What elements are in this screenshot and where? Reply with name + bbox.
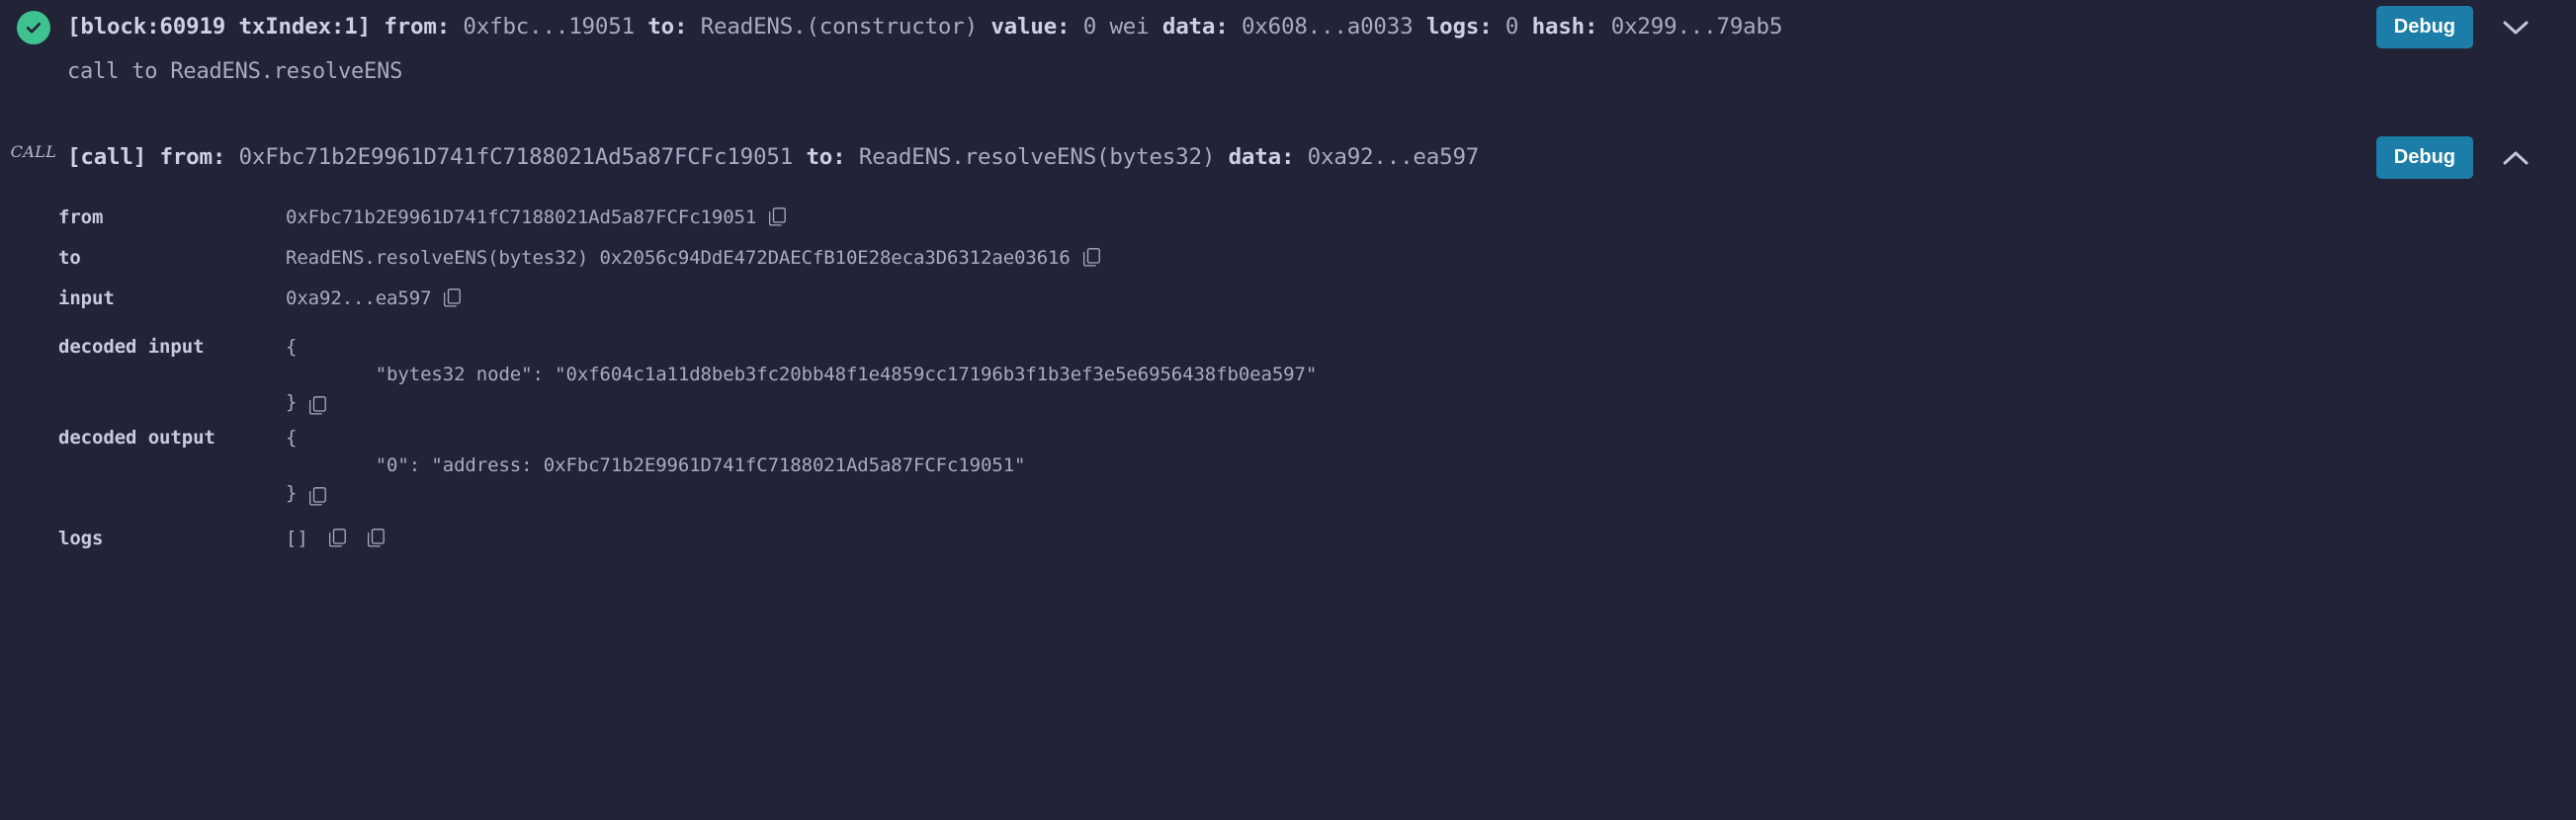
call-to-key: to: [806,144,846,170]
detail-key: decoded input [58,336,205,358]
detail-row-input: input 0xa92...ea597 [0,285,2576,325]
copy-icon[interactable] [768,206,787,227]
check-circle-icon [17,11,50,44]
call-to-value: ReadENS.resolveENS(bytes32) [858,144,1216,170]
copy-icon[interactable] [367,528,386,548]
detail-value-group: 0xa92...ea597 [286,285,2576,312]
json-close-row: } [286,388,2576,416]
copy-icon[interactable] [443,287,462,308]
json-body: "bytes32 node": "0xf604c1a11d8beb3fc20bb… [286,364,1318,385]
call-from-key: from: [159,144,226,170]
detail-value-group: ReadENS.resolveENS(bytes32) 0x2056c94DdE… [286,244,2576,272]
data-value: 0x608...a0033 [1241,14,1414,40]
call-data-key: data: [1228,144,1295,170]
call-type-badge: call [10,142,57,161]
logs-key: logs: [1425,14,1493,40]
call-from-value: 0xFbc71b2E9961D741fC7188021Ad5a87FCFc190… [238,144,794,170]
transaction-summary-line: [block:60919 txIndex:1] from: 0xfbc...19… [67,0,2376,41]
from-key: from: [384,14,451,40]
detail-key: to [58,247,81,269]
remix-terminal-panel: [block:60919 txIndex:1] from: 0xfbc...19… [0,0,2576,820]
detail-value-group: 0xFbc71b2E9961D741fC7188021Ad5a87FCFc190… [286,204,2576,231]
copy-icon[interactable] [308,486,327,507]
detail-value-group: { "0": "address: 0xFbc71b2E9961D741fC718… [286,424,2576,507]
hash-value: 0x299...79ab5 [1610,14,1783,40]
transaction-status [0,0,67,44]
chevron-up-icon[interactable] [2499,141,2533,175]
debug-button[interactable]: Debug [2375,6,2473,48]
to-value: ReadENS.(constructor) [700,14,978,40]
chevron-down-icon[interactable] [2499,11,2533,44]
call-label: [call] [67,144,147,170]
detail-value-group: [] [286,525,2576,552]
to-key: to: [647,14,688,40]
copy-icon[interactable] [328,528,347,548]
transaction-actions: Debug [2375,0,2533,48]
detail-row-logs: logs [] [0,525,2576,565]
block-index-label: [block:60919 txIndex:1] [67,14,371,40]
json-open-brace: { [286,336,298,358]
transaction-header-row[interactable]: [block:60919 txIndex:1] from: 0xfbc...19… [0,0,2576,51]
call-log-entry[interactable]: call [call] from: 0xFbc71b2E9961D741fC71… [0,130,2576,565]
detail-key: logs [58,528,104,549]
json-body: "0": "address: 0xFbc71b2E9961D741fC71880… [286,454,1026,476]
detail-key: from [58,206,104,228]
value-value: 0 wei [1082,14,1150,40]
call-header-row[interactable]: call [call] from: 0xFbc71b2E9961D741fC71… [0,130,2576,182]
detail-row-decoded-input: decoded input { "bytes32 node": "0xf604c… [0,333,2576,416]
detail-row-to: to ReadENS.resolveENS(bytes32) 0x2056c94… [0,244,2576,285]
call-summary-line: [call] from: 0xFbc71b2E9961D741fC7188021… [67,130,2376,172]
detail-row-from: from 0xFbc71b2E9961D741fC7188021Ad5a87FC… [0,204,2576,244]
data-key: data: [1161,14,1229,40]
detail-value: [] [286,528,308,549]
detail-key: input [58,287,115,309]
json-close-brace: } [286,391,298,413]
json-open-brace: { [286,427,298,449]
detail-value-group: { "bytes32 node": "0xf604c1a11d8beb3fc20… [286,333,2576,416]
copy-icon[interactable] [308,395,327,416]
copy-icon[interactable] [1082,247,1101,268]
call-actions: Debug [2375,130,2533,179]
json-close-row: } [286,479,2576,507]
call-data-value: 0xa92...ea597 [1307,144,1480,170]
hash-key: hash: [1531,14,1598,40]
from-value: 0xfbc...19051 [463,14,635,40]
detail-value: ReadENS.resolveENS(bytes32) 0x2056c94DdE… [286,247,1071,269]
call-description-line: call to ReadENS.resolveENS [67,59,403,84]
logs-value: 0 [1504,14,1519,40]
detail-row-decoded-output: decoded output { "0": "address: 0xFbc71b… [0,424,2576,507]
detail-value: 0xFbc71b2E9961D741fC7188021Ad5a87FCFc190… [286,206,757,228]
detail-value: 0xa92...ea597 [286,287,432,309]
detail-key: decoded output [58,427,215,449]
json-close-brace: } [286,482,298,504]
debug-button[interactable]: Debug [2375,136,2473,179]
transaction-log-entry[interactable]: [block:60919 txIndex:1] from: 0xfbc...19… [0,0,2576,87]
value-key: value: [990,14,1071,40]
call-details-table: from 0xFbc71b2E9961D741fC7188021Ad5a87FC… [0,182,2576,565]
